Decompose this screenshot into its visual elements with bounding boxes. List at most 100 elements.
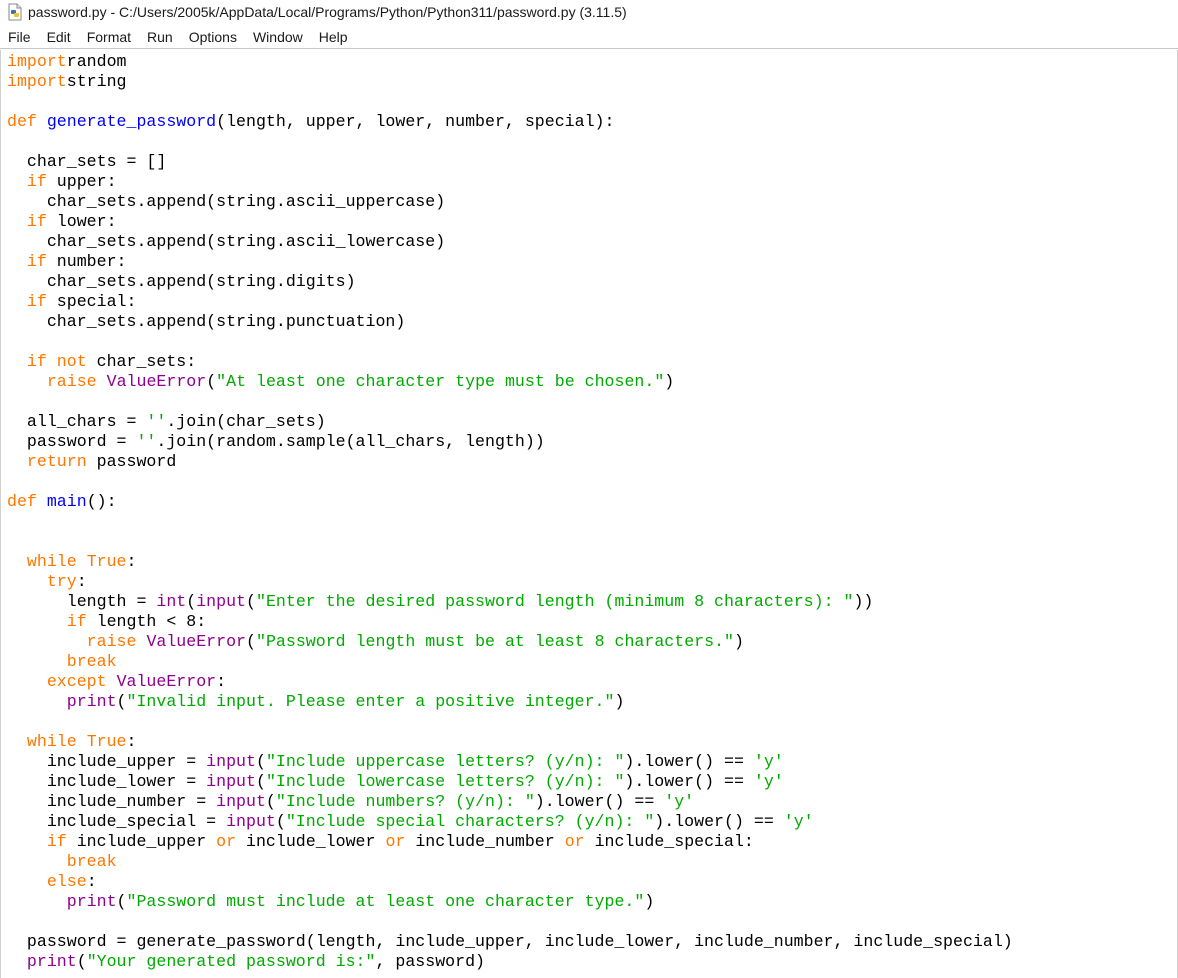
- code-token: "At least one character type must be cho…: [216, 372, 665, 391]
- code-token: 'y': [783, 812, 814, 831]
- window-title: password.py - C:/Users/2005k/AppData/Loc…: [28, 4, 627, 20]
- code-token: input: [206, 752, 256, 771]
- code-token: ).lower() ==: [624, 772, 754, 791]
- code-token: "Include special characters? (y/n): ": [285, 812, 655, 831]
- menu-run[interactable]: Run: [139, 26, 181, 48]
- code-line[interactable]: while True:: [7, 552, 1013, 572]
- code-token: or: [564, 832, 585, 851]
- menu-file[interactable]: File: [0, 26, 39, 48]
- code-token: (: [116, 692, 127, 711]
- code-line[interactable]: if include_upper or include_lower or inc…: [7, 832, 1013, 852]
- code-line[interactable]: if length < 8:: [7, 612, 1013, 632]
- code-token: (: [275, 812, 286, 831]
- code-token: import: [7, 52, 67, 71]
- code-token: length =: [7, 592, 157, 611]
- menu-format[interactable]: Format: [79, 26, 139, 48]
- code-line[interactable]: if upper:: [7, 172, 1013, 192]
- code-line[interactable]: except ValueError:: [7, 672, 1013, 692]
- code-token: "Your generated password is:": [86, 952, 376, 971]
- code-token: (: [76, 952, 87, 971]
- code-line[interactable]: if number:: [7, 252, 1013, 272]
- code-token: (length, upper, lower, number, special):: [216, 112, 615, 131]
- code-line[interactable]: break: [7, 652, 1013, 672]
- code-line[interactable]: char_sets.append(string.punctuation): [7, 312, 1013, 332]
- code-token: include_upper: [66, 832, 217, 851]
- code-line[interactable]: importrandom: [7, 52, 1013, 72]
- code-line[interactable]: try:: [7, 572, 1013, 592]
- code-line[interactable]: char_sets.append(string.digits): [7, 272, 1013, 292]
- code-line[interactable]: [7, 132, 1013, 152]
- code-line[interactable]: raise ValueError("Password length must b…: [7, 632, 1013, 652]
- code-line[interactable]: if lower:: [7, 212, 1013, 232]
- code-token: (: [246, 592, 256, 611]
- code-line[interactable]: break: [7, 852, 1013, 872]
- code-text[interactable]: importrandom importstring def generate_pas…: [7, 52, 1013, 972]
- code-line[interactable]: [7, 532, 1013, 552]
- code-line[interactable]: print("Password must include at least on…: [7, 892, 1013, 912]
- code-token: length < 8:: [86, 612, 207, 631]
- code-token: password = generate_password(length, inc…: [7, 932, 1013, 951]
- code-editor[interactable]: importrandom importstring def generate_pas…: [0, 50, 1178, 978]
- code-token: upper:: [46, 172, 117, 191]
- code-line[interactable]: [7, 512, 1013, 532]
- code-line[interactable]: include_upper = input("Include uppercase…: [7, 752, 1013, 772]
- code-line[interactable]: password = generate_password(length, inc…: [7, 932, 1013, 952]
- code-token: :: [86, 872, 97, 891]
- code-token: if: [26, 212, 47, 231]
- code-token: :: [216, 672, 227, 691]
- code-line[interactable]: while True:: [7, 732, 1013, 752]
- code-line[interactable]: [7, 92, 1013, 112]
- code-line[interactable]: else:: [7, 872, 1013, 892]
- code-line[interactable]: return password: [7, 452, 1013, 472]
- code-token: print: [66, 692, 117, 711]
- code-line[interactable]: include_lower = input("Include lowercase…: [7, 772, 1013, 792]
- code-line[interactable]: def generate_password(length, upper, low…: [7, 112, 1013, 132]
- code-token: ():: [86, 492, 117, 511]
- code-line[interactable]: print("Your generated password is:", pas…: [7, 952, 1013, 972]
- code-line[interactable]: [7, 332, 1013, 352]
- code-token: (: [116, 892, 127, 911]
- menu-help[interactable]: Help: [311, 26, 356, 48]
- code-token: '': [136, 432, 157, 451]
- code-token: :: [126, 552, 137, 571]
- code-line[interactable]: length = int(input("Enter the desired pa…: [7, 592, 1013, 612]
- code-line[interactable]: include_special = input("Include special…: [7, 812, 1013, 832]
- code-line[interactable]: def main():: [7, 492, 1013, 512]
- code-line[interactable]: [7, 472, 1013, 492]
- menu-edit[interactable]: Edit: [39, 26, 79, 48]
- code-line[interactable]: all_chars = ''.join(char_sets): [7, 412, 1013, 432]
- code-line[interactable]: importstring: [7, 72, 1013, 92]
- code-token: (: [186, 592, 197, 611]
- code-line[interactable]: [7, 912, 1013, 932]
- code-line[interactable]: [7, 712, 1013, 732]
- code-line[interactable]: include_number = input("Include numbers?…: [7, 792, 1013, 812]
- code-token: number:: [46, 252, 127, 271]
- code-line[interactable]: char_sets.append(string.ascii_uppercase): [7, 192, 1013, 212]
- menu-options[interactable]: Options: [181, 26, 245, 48]
- menu-bar: File Edit Format Run Options Window Help: [0, 26, 1178, 49]
- code-line[interactable]: char_sets.append(string.ascii_lowercase): [7, 232, 1013, 252]
- code-token: try: [46, 572, 77, 591]
- code-token: if: [46, 832, 67, 851]
- code-token: ): [644, 892, 655, 911]
- code-line[interactable]: if special:: [7, 292, 1013, 312]
- code-line[interactable]: if not char_sets:: [7, 352, 1013, 372]
- code-line[interactable]: char_sets = []: [7, 152, 1013, 172]
- code-line[interactable]: raise ValueError("At least one character…: [7, 372, 1013, 392]
- code-line[interactable]: [7, 392, 1013, 412]
- code-line[interactable]: password = ''.join(random.sample(all_cha…: [7, 432, 1013, 452]
- code-line[interactable]: print("Invalid input. Please enter a pos…: [7, 692, 1013, 712]
- code-token: return: [26, 452, 87, 471]
- menu-window[interactable]: Window: [245, 26, 311, 48]
